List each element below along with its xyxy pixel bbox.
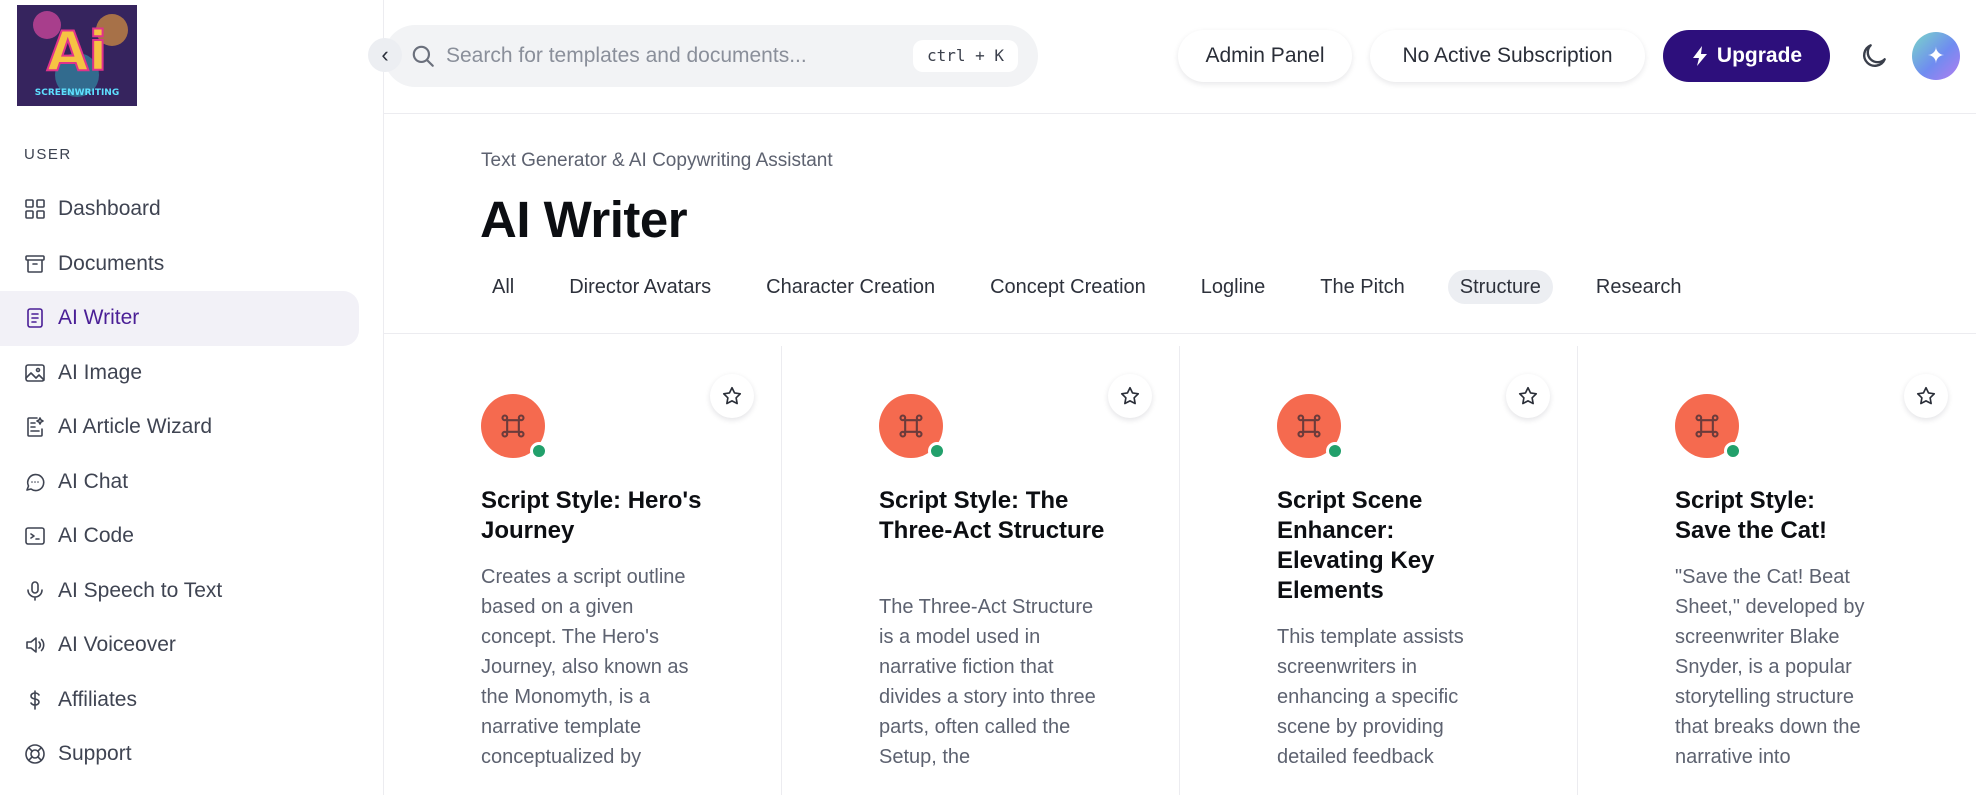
sidebar-item-label: AI Article Wizard [58, 415, 213, 439]
sidebar-item-label: Documents [58, 251, 165, 275]
sidebar-section-label: USER [24, 146, 72, 163]
sidebar-item-ai-writer[interactable]: AI Writer [0, 291, 359, 346]
template-card[interactable]: Script Style: Save the Cat! "Save the Ca… [1578, 346, 1976, 795]
upgrade-button[interactable]: Upgrade [1663, 30, 1830, 82]
moon-icon[interactable] [1858, 40, 1890, 72]
sidebar-item-support[interactable]: Support [0, 727, 384, 782]
template-title: Script Style: Save the Cat! [1675, 487, 1828, 544]
sidebar-item-ai-image[interactable]: AI Image [0, 346, 384, 401]
sidebar-item-dashboard[interactable]: Dashboard [0, 182, 384, 237]
lifebuoy-icon [22, 741, 48, 767]
tab-research[interactable]: Research [1584, 270, 1694, 304]
sidebar-item-label: AI Voiceover [58, 633, 176, 657]
microphone-icon [22, 578, 48, 604]
template-description: "Save the Cat! Beat Sheet," developed by… [1675, 566, 1865, 768]
status-dot [530, 442, 548, 460]
document-icon [22, 305, 48, 331]
svg-text:Ai: Ai [47, 20, 107, 83]
chevron-left-icon: ‹ [381, 42, 389, 67]
admin-panel-label: Admin Panel [1205, 44, 1325, 67]
app-logo[interactable]: Ai SCREENWRITING [17, 5, 137, 106]
template-description: This template assists screenwriters in e… [1277, 626, 1464, 768]
template-cards: Script Style: Hero's Journey Creates a s… [384, 346, 1976, 795]
sidebar-collapse-button[interactable]: ‹ [368, 38, 402, 72]
favorite-button[interactable] [710, 374, 754, 418]
sparkle-icon: ✦ [1926, 43, 1946, 68]
status-dot [1724, 442, 1742, 460]
sidebar-item-label: Support [58, 742, 132, 766]
star-icon [1916, 386, 1936, 405]
archive-icon [22, 251, 48, 277]
image-icon [22, 360, 48, 386]
favorite-button[interactable] [1506, 374, 1550, 418]
top-header: ctrl + K ‹ Admin Panel No Active Subscri… [368, 0, 1976, 114]
tab-all[interactable]: All [480, 270, 526, 304]
sidebar-item-label: AI Image [58, 360, 143, 384]
template-description: The Three-Act Structure is a model used … [879, 596, 1096, 768]
tab-director-avatars[interactable]: Director Avatars [557, 270, 723, 304]
template-card[interactable]: Script Scene Enhancer: Elevating Key Ele… [1180, 346, 1578, 795]
category-tabs: All Director Avatars Character Creation … [480, 270, 1725, 304]
sidebar-item-label: Affiliates [58, 687, 137, 711]
sidebar-nav: Dashboard Documents AI Writer AI Image A… [0, 182, 384, 782]
sidebar-item-ai-chat[interactable]: AI Chat [0, 455, 384, 510]
subscription-status-button[interactable]: No Active Subscription [1370, 30, 1645, 82]
tab-character-creation[interactable]: Character Creation [754, 270, 947, 304]
tab-logline[interactable]: Logline [1189, 270, 1278, 304]
terminal-icon [22, 523, 48, 549]
tab-the-pitch[interactable]: The Pitch [1308, 270, 1416, 304]
favorite-button[interactable] [1904, 374, 1948, 418]
lightning-icon [1692, 46, 1707, 66]
template-card[interactable]: Script Style: The Three-Act Structure Th… [782, 346, 1180, 795]
search-icon [412, 45, 434, 67]
user-avatar[interactable]: ✦ [1912, 32, 1960, 80]
search-input[interactable] [446, 41, 886, 71]
tab-structure[interactable]: Structure [1447, 270, 1553, 304]
tab-concept-creation[interactable]: Concept Creation [978, 270, 1158, 304]
dollar-icon [22, 687, 48, 713]
template-title: Script Scene Enhancer: Elevating Key Ele… [1277, 487, 1435, 604]
svg-text:SCREENWRITING: SCREENWRITING [35, 88, 119, 98]
sidebar-item-affiliates[interactable]: Affiliates [0, 673, 384, 728]
template-title: Script Style: The Three-Act Structure [879, 487, 1105, 544]
sidebar-item-label: AI Speech to Text [58, 578, 223, 602]
template-description: Creates a script outline based on a give… [481, 566, 689, 768]
sidebar-item-ai-article-wizard[interactable]: AI Article Wizard [0, 400, 384, 455]
sidebar-item-label: Dashboard [58, 197, 161, 221]
tabs-divider [384, 333, 1976, 334]
favorite-button[interactable] [1108, 374, 1152, 418]
page-title: AI Writer [480, 191, 688, 248]
star-icon [1120, 386, 1140, 405]
sidebar-item-ai-speech-to-text[interactable]: AI Speech to Text [0, 564, 384, 619]
page-subtitle: Text Generator & AI Copywriting Assistan… [481, 150, 833, 171]
admin-panel-button[interactable]: Admin Panel [1178, 30, 1352, 82]
sidebar-item-label: AI Code [58, 524, 134, 548]
sidebar-item-ai-code[interactable]: AI Code [0, 509, 384, 564]
star-icon [1518, 386, 1538, 405]
grid-icon [22, 196, 48, 222]
star-icon [722, 386, 742, 405]
template-title: Script Style: Hero's Journey [481, 487, 702, 544]
template-card[interactable]: Script Style: Hero's Journey Creates a s… [384, 346, 782, 795]
status-dot [1326, 442, 1344, 460]
sidebar: Ai SCREENWRITING USER Dashboard Document… [0, 0, 384, 795]
status-dot [928, 442, 946, 460]
chat-icon [22, 469, 48, 495]
sidebar-item-ai-voiceover[interactable]: AI Voiceover [0, 618, 384, 673]
upgrade-label: Upgrade [1716, 44, 1803, 67]
search-bar[interactable]: ctrl + K [384, 25, 1038, 87]
subscription-status-label: No Active Subscription [1402, 44, 1613, 67]
search-shortcut-badge: ctrl + K [912, 40, 1018, 72]
sidebar-item-label: AI Chat [58, 469, 129, 493]
sidebar-item-documents[interactable]: Documents [0, 237, 384, 292]
speaker-icon [22, 632, 48, 658]
sidebar-item-label: AI Writer [58, 306, 140, 330]
wizard-icon [22, 414, 48, 440]
